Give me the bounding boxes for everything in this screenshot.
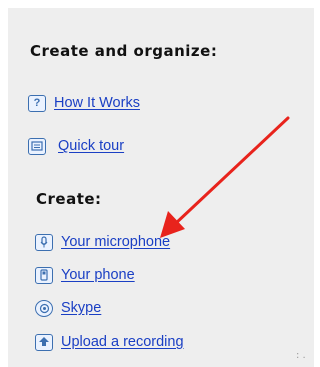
upload-icon bbox=[35, 333, 53, 351]
microphone-icon bbox=[35, 233, 53, 251]
skype-link-row[interactable]: Skype bbox=[35, 298, 101, 318]
your-microphone-link-row[interactable]: Your microphone bbox=[35, 232, 170, 252]
create-heading: Create: bbox=[36, 190, 102, 208]
how-it-works-link-row[interactable]: ? How It Works bbox=[28, 93, 140, 113]
slideshow-icon bbox=[28, 137, 46, 155]
ellipsis-decoration: : . bbox=[296, 350, 306, 361]
your-phone-link[interactable]: Your phone bbox=[61, 267, 135, 283]
skype-link[interactable]: Skype bbox=[61, 300, 101, 316]
quick-tour-link[interactable]: Quick tour bbox=[58, 138, 124, 154]
phone-icon bbox=[35, 266, 53, 284]
question-icon: ? bbox=[28, 94, 46, 112]
panel-title: Create and organize: bbox=[30, 42, 218, 60]
upload-recording-link-row[interactable]: Upload a recording bbox=[35, 332, 184, 352]
your-phone-link-row[interactable]: Your phone bbox=[35, 265, 135, 285]
your-microphone-link[interactable]: Your microphone bbox=[61, 234, 170, 250]
how-it-works-link[interactable]: How It Works bbox=[54, 95, 140, 111]
skype-icon bbox=[35, 299, 53, 317]
quick-tour-link-row[interactable]: Quick tour bbox=[28, 136, 124, 156]
upload-recording-link[interactable]: Upload a recording bbox=[61, 334, 184, 350]
